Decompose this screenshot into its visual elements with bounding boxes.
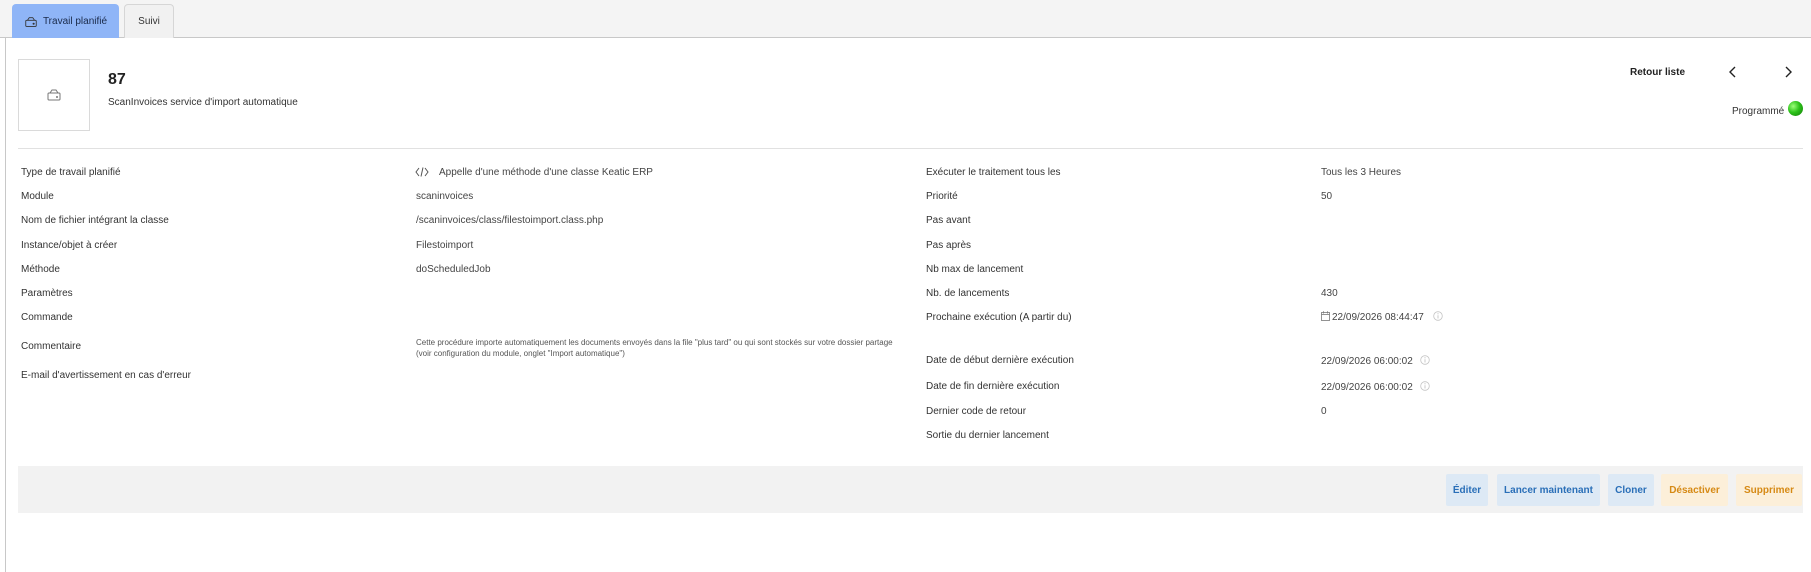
tab-label: Travail planifié bbox=[42, 16, 108, 27]
field-value-comment: Cette procédure importe automatiquement … bbox=[416, 338, 893, 358]
info-icon[interactable] bbox=[1419, 381, 1430, 392]
field-value-last-end: 22/09/2026 06:00:02 bbox=[1321, 381, 1430, 393]
field-label-classfile: Nom de fichier intégrant la classe bbox=[21, 215, 169, 226]
field-label-method: Méthode bbox=[21, 264, 60, 275]
fields-section: Type de travail planifié Module Nom de f… bbox=[0, 167, 1811, 447]
field-value-classfile: /scaninvoices/class/filestoimport.class.… bbox=[416, 215, 604, 226]
clone-button[interactable]: Cloner bbox=[1608, 474, 1654, 506]
field-value-type: Appelle d'une méthode d'une classe Keati… bbox=[415, 167, 653, 178]
field-label-not-before: Pas avant bbox=[926, 215, 971, 226]
previous-record-button[interactable] bbox=[1725, 64, 1741, 80]
disable-button[interactable]: Désactiver bbox=[1661, 474, 1728, 506]
header-divider bbox=[18, 148, 1803, 149]
field-value-method: doScheduledJob bbox=[416, 264, 491, 275]
calendar-icon bbox=[1321, 311, 1330, 322]
field-value-priority: 50 bbox=[1321, 191, 1333, 202]
delete-button[interactable]: Supprimer bbox=[1736, 474, 1802, 506]
info-icon[interactable] bbox=[1432, 311, 1443, 322]
edit-button[interactable]: Éditer bbox=[1446, 474, 1488, 506]
back-to-list-link[interactable]: Retour liste bbox=[1630, 67, 1685, 78]
run-now-button[interactable]: Lancer maintenant bbox=[1497, 474, 1600, 506]
field-label-frequency: Exécuter le traitement tous les bbox=[926, 167, 1061, 178]
object-ref: 87 bbox=[108, 71, 126, 88]
tab-travail-planifie[interactable]: Travail planifié bbox=[12, 4, 119, 38]
status-green-icon bbox=[1788, 101, 1804, 116]
field-value-last-start: 22/09/2026 06:00:02 bbox=[1321, 355, 1430, 367]
field-label-last-code: Dernier code de retour bbox=[926, 406, 1027, 417]
code-icon bbox=[415, 167, 429, 177]
cron-job-icon bbox=[25, 16, 37, 27]
field-label-priority: Priorité bbox=[926, 191, 958, 202]
field-value-next-run-text: 22/09/2026 08:44:47 bbox=[1332, 312, 1424, 323]
object-label: ScanInvoices service d'import automatiqu… bbox=[108, 97, 298, 108]
field-label-email: E-mail d'avertissement en cas d'erreur bbox=[21, 370, 191, 381]
field-value-last-end-text: 22/09/2026 06:00:02 bbox=[1321, 382, 1413, 393]
action-bar: Éditer Lancer maintenant Cloner Désactiv… bbox=[18, 466, 1803, 513]
field-label-not-after: Pas après bbox=[926, 240, 972, 251]
field-label-max-runs: Nb max de lancement bbox=[926, 264, 1024, 275]
field-value-run-count: 430 bbox=[1321, 288, 1338, 299]
field-label-last-start: Date de début dernière exécution bbox=[926, 355, 1074, 366]
chevron-right-icon bbox=[1785, 66, 1792, 78]
field-value-object: Filestoimport bbox=[416, 240, 474, 251]
field-label-last-end: Date de fin dernière exécution bbox=[926, 381, 1060, 392]
field-value-last-start-text: 22/09/2026 06:00:02 bbox=[1321, 356, 1413, 367]
field-value-module: scaninvoices bbox=[416, 191, 474, 202]
cron-job-icon bbox=[47, 89, 61, 101]
tab-suivi[interactable]: Suivi bbox=[124, 4, 174, 38]
field-label-params: Paramètres bbox=[21, 288, 73, 299]
field-value-next-run: 22/09/2026 08:44:47 bbox=[1321, 311, 1443, 323]
field-label-comment: Commentaire bbox=[21, 341, 82, 352]
info-icon[interactable] bbox=[1419, 355, 1430, 366]
chevron-left-icon bbox=[1729, 66, 1736, 78]
tab-label: Suivi bbox=[138, 16, 160, 27]
field-label-last-output: Sortie du dernier lancement bbox=[926, 430, 1049, 441]
field-label-type: Type de travail planifié bbox=[21, 167, 121, 178]
field-label-object: Instance/objet à créer bbox=[21, 240, 118, 251]
field-label-module: Module bbox=[21, 191, 54, 202]
status-label: Programmé bbox=[1732, 106, 1785, 117]
status-indicator: Programmé bbox=[1732, 101, 1804, 117]
field-value-last-code: 0 bbox=[1321, 406, 1327, 417]
field-label-command: Commande bbox=[21, 312, 73, 323]
next-record-button[interactable] bbox=[1780, 64, 1796, 80]
field-label-run-count: Nb. de lancements bbox=[926, 288, 1010, 299]
field-label-next-run: Prochaine exécution (A partir du) bbox=[926, 312, 1072, 323]
tab-bar: Travail planifié Suivi bbox=[0, 0, 1811, 38]
field-value-frequency: Tous les 3 Heures bbox=[1321, 167, 1402, 178]
field-value-type-text: Appelle d'une méthode d'une classe Keati… bbox=[439, 167, 653, 178]
object-thumbnail bbox=[18, 59, 90, 131]
